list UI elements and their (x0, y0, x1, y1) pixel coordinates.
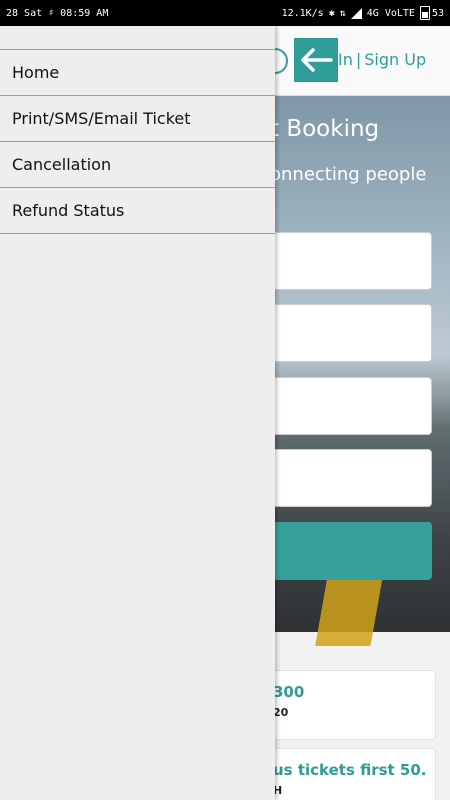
offer-title: us tickets first 50... (273, 761, 425, 779)
battery-icon: 53 (419, 6, 444, 20)
navigation-drawer: Home Print/SMS/Email Ticket Cancellation… (0, 26, 275, 800)
menu-item-cancellation[interactable]: Cancellation (0, 142, 275, 188)
signup-link[interactable]: Sign Up (364, 50, 426, 69)
data-arrows-icon: ⇅ (339, 7, 346, 19)
back-arrow-button[interactable] (294, 38, 338, 82)
return-date-field[interactable] (262, 449, 432, 507)
offer-subtitle: H (273, 784, 283, 797)
menu-item-home[interactable]: Home (0, 50, 275, 96)
back-arrow-icon (301, 48, 333, 72)
auth-links: In | Sign Up (338, 50, 426, 69)
status-bar: 28 Sat ♯ 08:59 AM 12.1K/s ✱ ⇅ 4G VoLTE 5… (0, 0, 450, 26)
hero-title: t Booking (270, 116, 380, 142)
date-field[interactable] (262, 377, 432, 435)
to-field[interactable] (262, 304, 432, 362)
auth-separator: | (355, 50, 362, 69)
network-type: 4G VoLTE (366, 7, 415, 19)
bluetooth-icon: ✱ (328, 7, 335, 19)
login-link[interactable]: In (338, 50, 353, 69)
menu-item-print-sms-email-ticket[interactable]: Print/SMS/Email Ticket (0, 96, 275, 142)
offer-title: 300 (273, 683, 305, 701)
from-field[interactable] (262, 232, 432, 290)
menu-item-refund-status[interactable]: Refund Status (0, 188, 275, 234)
signal-icon (350, 7, 362, 19)
status-time: 28 Sat ♯ 08:59 AM (6, 7, 109, 19)
offer-card[interactable]: 300 20 (262, 670, 436, 740)
offer-subtitle: 20 (273, 706, 289, 719)
network-speed: 12.1K/s (281, 7, 324, 19)
hero-subtitle: onnecting people (270, 164, 427, 185)
drawer-header (0, 26, 275, 50)
search-button[interactable] (262, 522, 432, 580)
offer-card[interactable]: us tickets first 50... H (262, 748, 436, 800)
battery-level: 53 (431, 7, 444, 19)
